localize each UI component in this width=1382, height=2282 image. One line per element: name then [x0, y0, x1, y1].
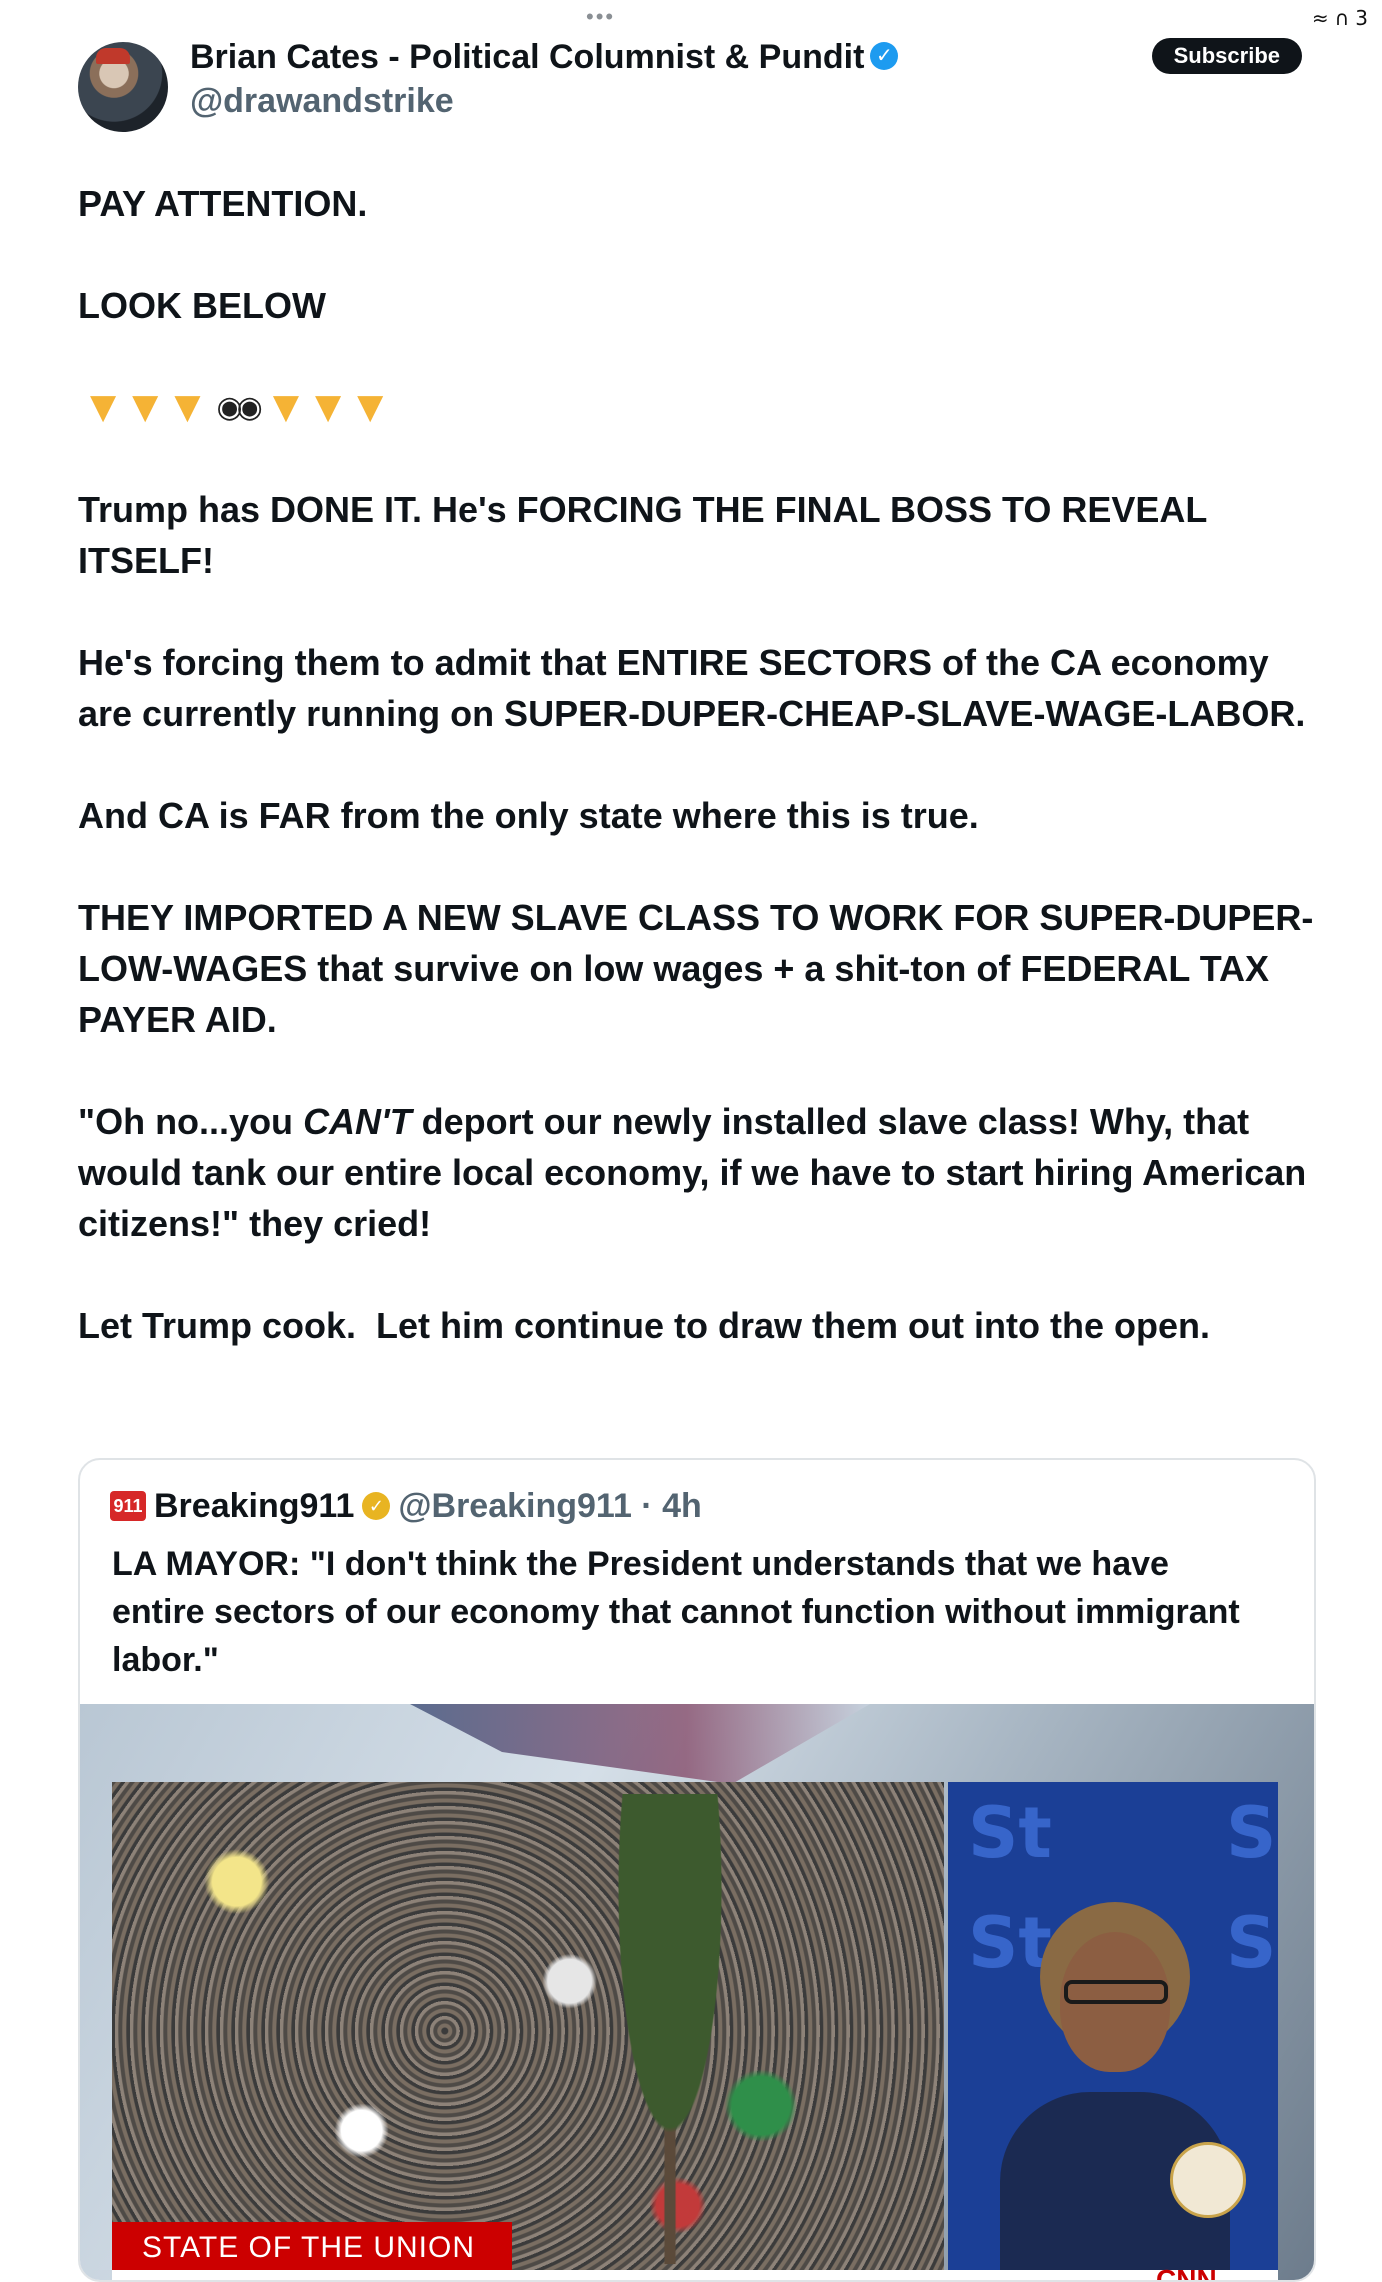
- post-paragraph: "Oh no...you CAN'T deport our newly inst…: [78, 1096, 1318, 1249]
- author-handle[interactable]: @drawandstrike: [190, 82, 454, 121]
- post-paragraph: Trump has DONE IT. He's FORCING THE FINA…: [78, 489, 1217, 581]
- post-body: PAY ATTENTION. LOOK BELOW ▼ ▼ ▼ ◉◉ ▼ ▼ ▼…: [78, 178, 1318, 1402]
- cnn-logo: CNN: [1156, 2264, 1217, 2280]
- more-dots-icon[interactable]: •••: [586, 4, 615, 30]
- status-icons: ≈ ∩ 3: [1312, 6, 1368, 30]
- point-down-emoji-icon: ▼: [272, 387, 299, 427]
- post-line-pay-attention: PAY ATTENTION.: [78, 183, 368, 224]
- post-line-look-below: LOOK BELOW: [78, 285, 326, 326]
- panel-text: S: [1226, 1902, 1277, 1984]
- headphones-icon: ∩: [1334, 6, 1350, 30]
- avatar[interactable]: [78, 42, 168, 132]
- panel-text: St: [968, 1792, 1052, 1874]
- post-paragraph: He's forcing them to admit that ENTIRE S…: [78, 642, 1306, 734]
- post-header: Brian Cates - Political Columnist & Pund…: [78, 38, 1302, 132]
- post-paragraph: Let Trump cook. Let him continue to draw…: [78, 1305, 1210, 1346]
- notification-count: 3: [1355, 6, 1368, 30]
- quoted-handle-time[interactable]: @Breaking911 · 4h: [398, 1487, 701, 1526]
- verified-badge-icon: ✓: [870, 42, 899, 71]
- city-seal-icon: [1170, 2142, 1246, 2218]
- emoji-row: ▼ ▼ ▼ ◉◉ ▼ ▼ ▼: [90, 382, 1318, 433]
- quoted-post-header: 911 Breaking911 ✓ @Breaking911 · 4h: [110, 1484, 702, 1528]
- emphasis-cant: CAN'T: [303, 1101, 412, 1142]
- post-paragraph: And CA is FAR from the only state where …: [78, 795, 979, 836]
- quoted-author-name[interactable]: Breaking911: [154, 1487, 354, 1526]
- protest-crowd-image: [112, 1782, 944, 2280]
- point-down-emoji-icon: ▼: [90, 387, 117, 427]
- author-name-text[interactable]: Brian Cates - Political Columnist & Pund…: [190, 38, 864, 76]
- point-down-emoji-icon: ▼: [174, 387, 201, 427]
- quoted-post-card[interactable]: 911 Breaking911 ✓ @Breaking911 · 4h LA M…: [78, 1458, 1316, 2282]
- chyron-bar: [112, 2270, 1278, 2280]
- wifi-icon: ≈: [1311, 6, 1329, 30]
- gold-verified-badge-icon: ✓: [362, 1492, 391, 1520]
- point-down-emoji-icon: ▼: [314, 387, 342, 427]
- quote-text-start: "Oh no...you: [78, 1101, 304, 1142]
- subscribe-button[interactable]: Subscribe: [1151, 38, 1302, 74]
- author-name[interactable]: Brian Cates - Political Columnist & Pund…: [190, 38, 899, 77]
- post-paragraph: THEY IMPORTED A NEW SLAVE CLASS TO WORK …: [78, 897, 1314, 1040]
- breaking911-logo: 911: [110, 1491, 146, 1521]
- stage-backdrop: [410, 1704, 870, 1784]
- quoted-post-text: LA MAYOR: "I don't think the President u…: [112, 1545, 1240, 1679]
- interview-panel: St St S S: [948, 1782, 1278, 2280]
- eyes-emoji-icon: ◉◉: [216, 390, 262, 425]
- palm-tree: [590, 1794, 750, 2264]
- video-thumbnail[interactable]: St St S S STATE OF THE UNION CNN: [80, 1704, 1314, 2280]
- panel-text: S: [1226, 1792, 1277, 1874]
- status-bar: ••• ≈ ∩ 3: [0, 0, 1382, 36]
- point-down-emoji-icon: ▼: [132, 387, 159, 427]
- tv-chyron: STATE OF THE UNION: [112, 2222, 512, 2274]
- point-down-emoji-icon: ▼: [357, 387, 384, 427]
- mayor-figure: [1000, 1902, 1246, 2280]
- glasses: [1064, 1980, 1168, 2004]
